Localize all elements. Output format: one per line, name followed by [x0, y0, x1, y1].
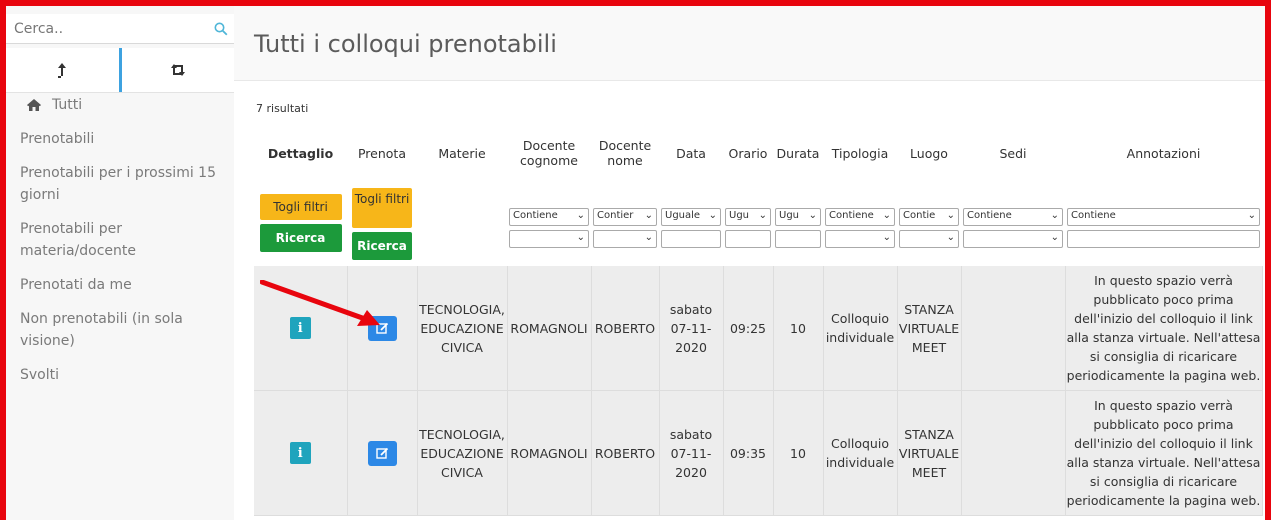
red-arrow-annotation — [260, 280, 380, 326]
filter-select-luogo[interactable]: Contie ⌄ — [899, 208, 959, 226]
ricerca-button[interactable]: Ricerca — [352, 232, 412, 260]
cell-durata: 10 — [773, 390, 824, 516]
cell-data: sabato 07-11-2020 — [659, 390, 724, 516]
filter-select-docente-nome-value[interactable]: ⌄ — [593, 230, 657, 248]
header-dettaglio[interactable]: Dettaglio — [254, 124, 347, 182]
sidebar-nav: Tutti Prenotabili Prenotabili per i pros… — [6, 94, 234, 398]
home-icon — [27, 99, 41, 111]
search-icon[interactable] — [214, 22, 228, 36]
cell-annotazioni: In questo spazio verrà pubblicato poco p… — [1065, 390, 1263, 516]
cell-annotazioni: In questo spazio verrà pubblicato poco p… — [1065, 266, 1263, 391]
table-row: i TECNOLOGIA, EDUCAZIONE CIVICA ROMAGNOL… — [254, 390, 1263, 516]
cell-orario: 09:25 — [723, 266, 774, 391]
filter-select-orario[interactable]: Ugu ⌄ — [725, 208, 771, 226]
cell-tipologia: Colloquio individuale — [823, 266, 898, 391]
cell-cognome: ROMAGNOLI — [507, 390, 592, 516]
upload-arrow-icon[interactable] — [6, 48, 122, 92]
sidebar-item-prenotati-da-me[interactable]: Prenotati da me — [6, 274, 234, 296]
filter-select-docente-nome[interactable]: Contier ⌄ — [593, 208, 657, 226]
retweet-icon[interactable] — [122, 48, 235, 92]
cell-tipologia: Colloquio individuale — [823, 390, 898, 516]
cell-data: sabato 07-11-2020 — [659, 266, 724, 391]
filter-input-data[interactable] — [661, 230, 721, 248]
table-wrapper: Dettaglio Prenota Materie Docente cognom… — [254, 124, 1263, 516]
main-content: Tutti i colloqui prenotabili 7 risultati… — [234, 6, 1265, 520]
book-edit-button[interactable] — [367, 440, 397, 466]
filter-select-data[interactable]: Uguale ⌄ — [661, 208, 721, 226]
cell-materie: TECNOLOGIA, EDUCAZIONE CIVICA — [417, 390, 508, 516]
header-materie[interactable]: Materie — [417, 124, 507, 182]
sidebar-item-non-prenotabili[interactable]: Non prenotabili (in sola visione) — [6, 308, 234, 352]
filter-select-docente-cognome-value[interactable]: ⌄ — [509, 230, 589, 248]
cell-orario: 09:35 — [723, 390, 774, 516]
cell-nome: ROBERTO — [591, 266, 660, 391]
sidebar-item-prossimi-15-giorni[interactable]: Prenotabili per i prossimi 15 giorni — [6, 162, 234, 206]
table-row: i TECNOLOGIA, EDUCAZIONE CIVICA ROMAGNOL… — [254, 266, 1263, 391]
cell-materie: TECNOLOGIA, EDUCAZIONE CIVICA — [417, 266, 508, 391]
togli-filtri-button[interactable]: Togli filtri — [352, 188, 412, 228]
header-sedi[interactable]: Sedi — [961, 124, 1065, 182]
filter-select-durata[interactable]: Ugu ⌄ — [775, 208, 821, 226]
page-title: Tutti i colloqui prenotabili — [254, 30, 557, 58]
sidebar-search — [6, 14, 234, 46]
cell-nome: ROBERTO — [591, 390, 660, 516]
filter-select-luogo-value[interactable]: ⌄ — [899, 230, 959, 248]
filter-input-orario[interactable] — [725, 230, 771, 248]
cell-luogo: STANZA VIRTUALE MEET — [897, 266, 962, 391]
colloqui-table: Dettaglio Prenota Materie Docente cognom… — [254, 124, 1263, 516]
sidebar-item-svolti[interactable]: Svolti — [6, 364, 234, 386]
header-prenota[interactable]: Prenota — [347, 124, 417, 182]
cell-cognome: ROMAGNOLI — [507, 266, 592, 391]
header-docente-nome[interactable]: Docente nome — [591, 124, 659, 182]
cell-sedi — [961, 390, 1066, 516]
filter-input-durata[interactable] — [775, 230, 821, 248]
filter-select-docente-cognome[interactable]: Contiene ⌄ — [509, 208, 589, 226]
sidebar-item-label: Tutti — [52, 97, 83, 113]
header-docente-cognome[interactable]: Docente cognome — [507, 124, 591, 182]
filter-materie — [417, 182, 507, 266]
search-input[interactable] — [6, 14, 234, 44]
header-data[interactable]: Data — [659, 124, 723, 182]
sidebar-item-tutti[interactable]: Tutti — [6, 94, 234, 116]
filter-select-sedi[interactable]: Contiene ⌄ — [963, 208, 1063, 226]
cell-durata: 10 — [773, 266, 824, 391]
filter-select-annotazioni[interactable]: Contiene ⌄ — [1067, 208, 1260, 226]
header-row: Dettaglio Prenota Materie Docente cognom… — [254, 124, 1262, 182]
edit-icon — [375, 447, 388, 459]
results-count: 7 risultati — [256, 102, 309, 115]
filter-select-tipologia[interactable]: Contiene ⌄ — [825, 208, 895, 226]
header-tipologia[interactable]: Tipologia — [823, 124, 897, 182]
page-header: Tutti i colloqui prenotabili — [234, 6, 1265, 81]
cell-sedi — [961, 266, 1066, 391]
filter-select-sedi-value[interactable]: ⌄ — [963, 230, 1063, 248]
sidebar-item-prenotabili[interactable]: Prenotabili — [6, 128, 234, 150]
filter-select-tipologia-value[interactable]: ⌄ — [825, 230, 895, 248]
header-durata[interactable]: Durata — [773, 124, 823, 182]
ricerca-button[interactable]: Ricerca — [259, 224, 342, 252]
header-annotazioni[interactable]: Annotazioni — [1065, 124, 1262, 182]
header-luogo[interactable]: Luogo — [897, 124, 961, 182]
sidebar-item-materia-docente[interactable]: Prenotabili per materia/docente — [6, 218, 234, 262]
sidebar: Tutti Prenotabili Prenotabili per i pros… — [6, 6, 235, 520]
filter-input-annotazioni[interactable] — [1067, 230, 1260, 248]
filter-row: Togli filtri Ricerca Togli filtri Ricerc… — [254, 182, 1262, 266]
cell-luogo: STANZA VIRTUALE MEET — [897, 390, 962, 516]
header-orario[interactable]: Orario — [723, 124, 773, 182]
togli-filtri-button[interactable]: Togli filtri — [259, 194, 342, 220]
sidebar-icon-row — [6, 48, 234, 93]
info-button[interactable]: i — [289, 442, 311, 464]
